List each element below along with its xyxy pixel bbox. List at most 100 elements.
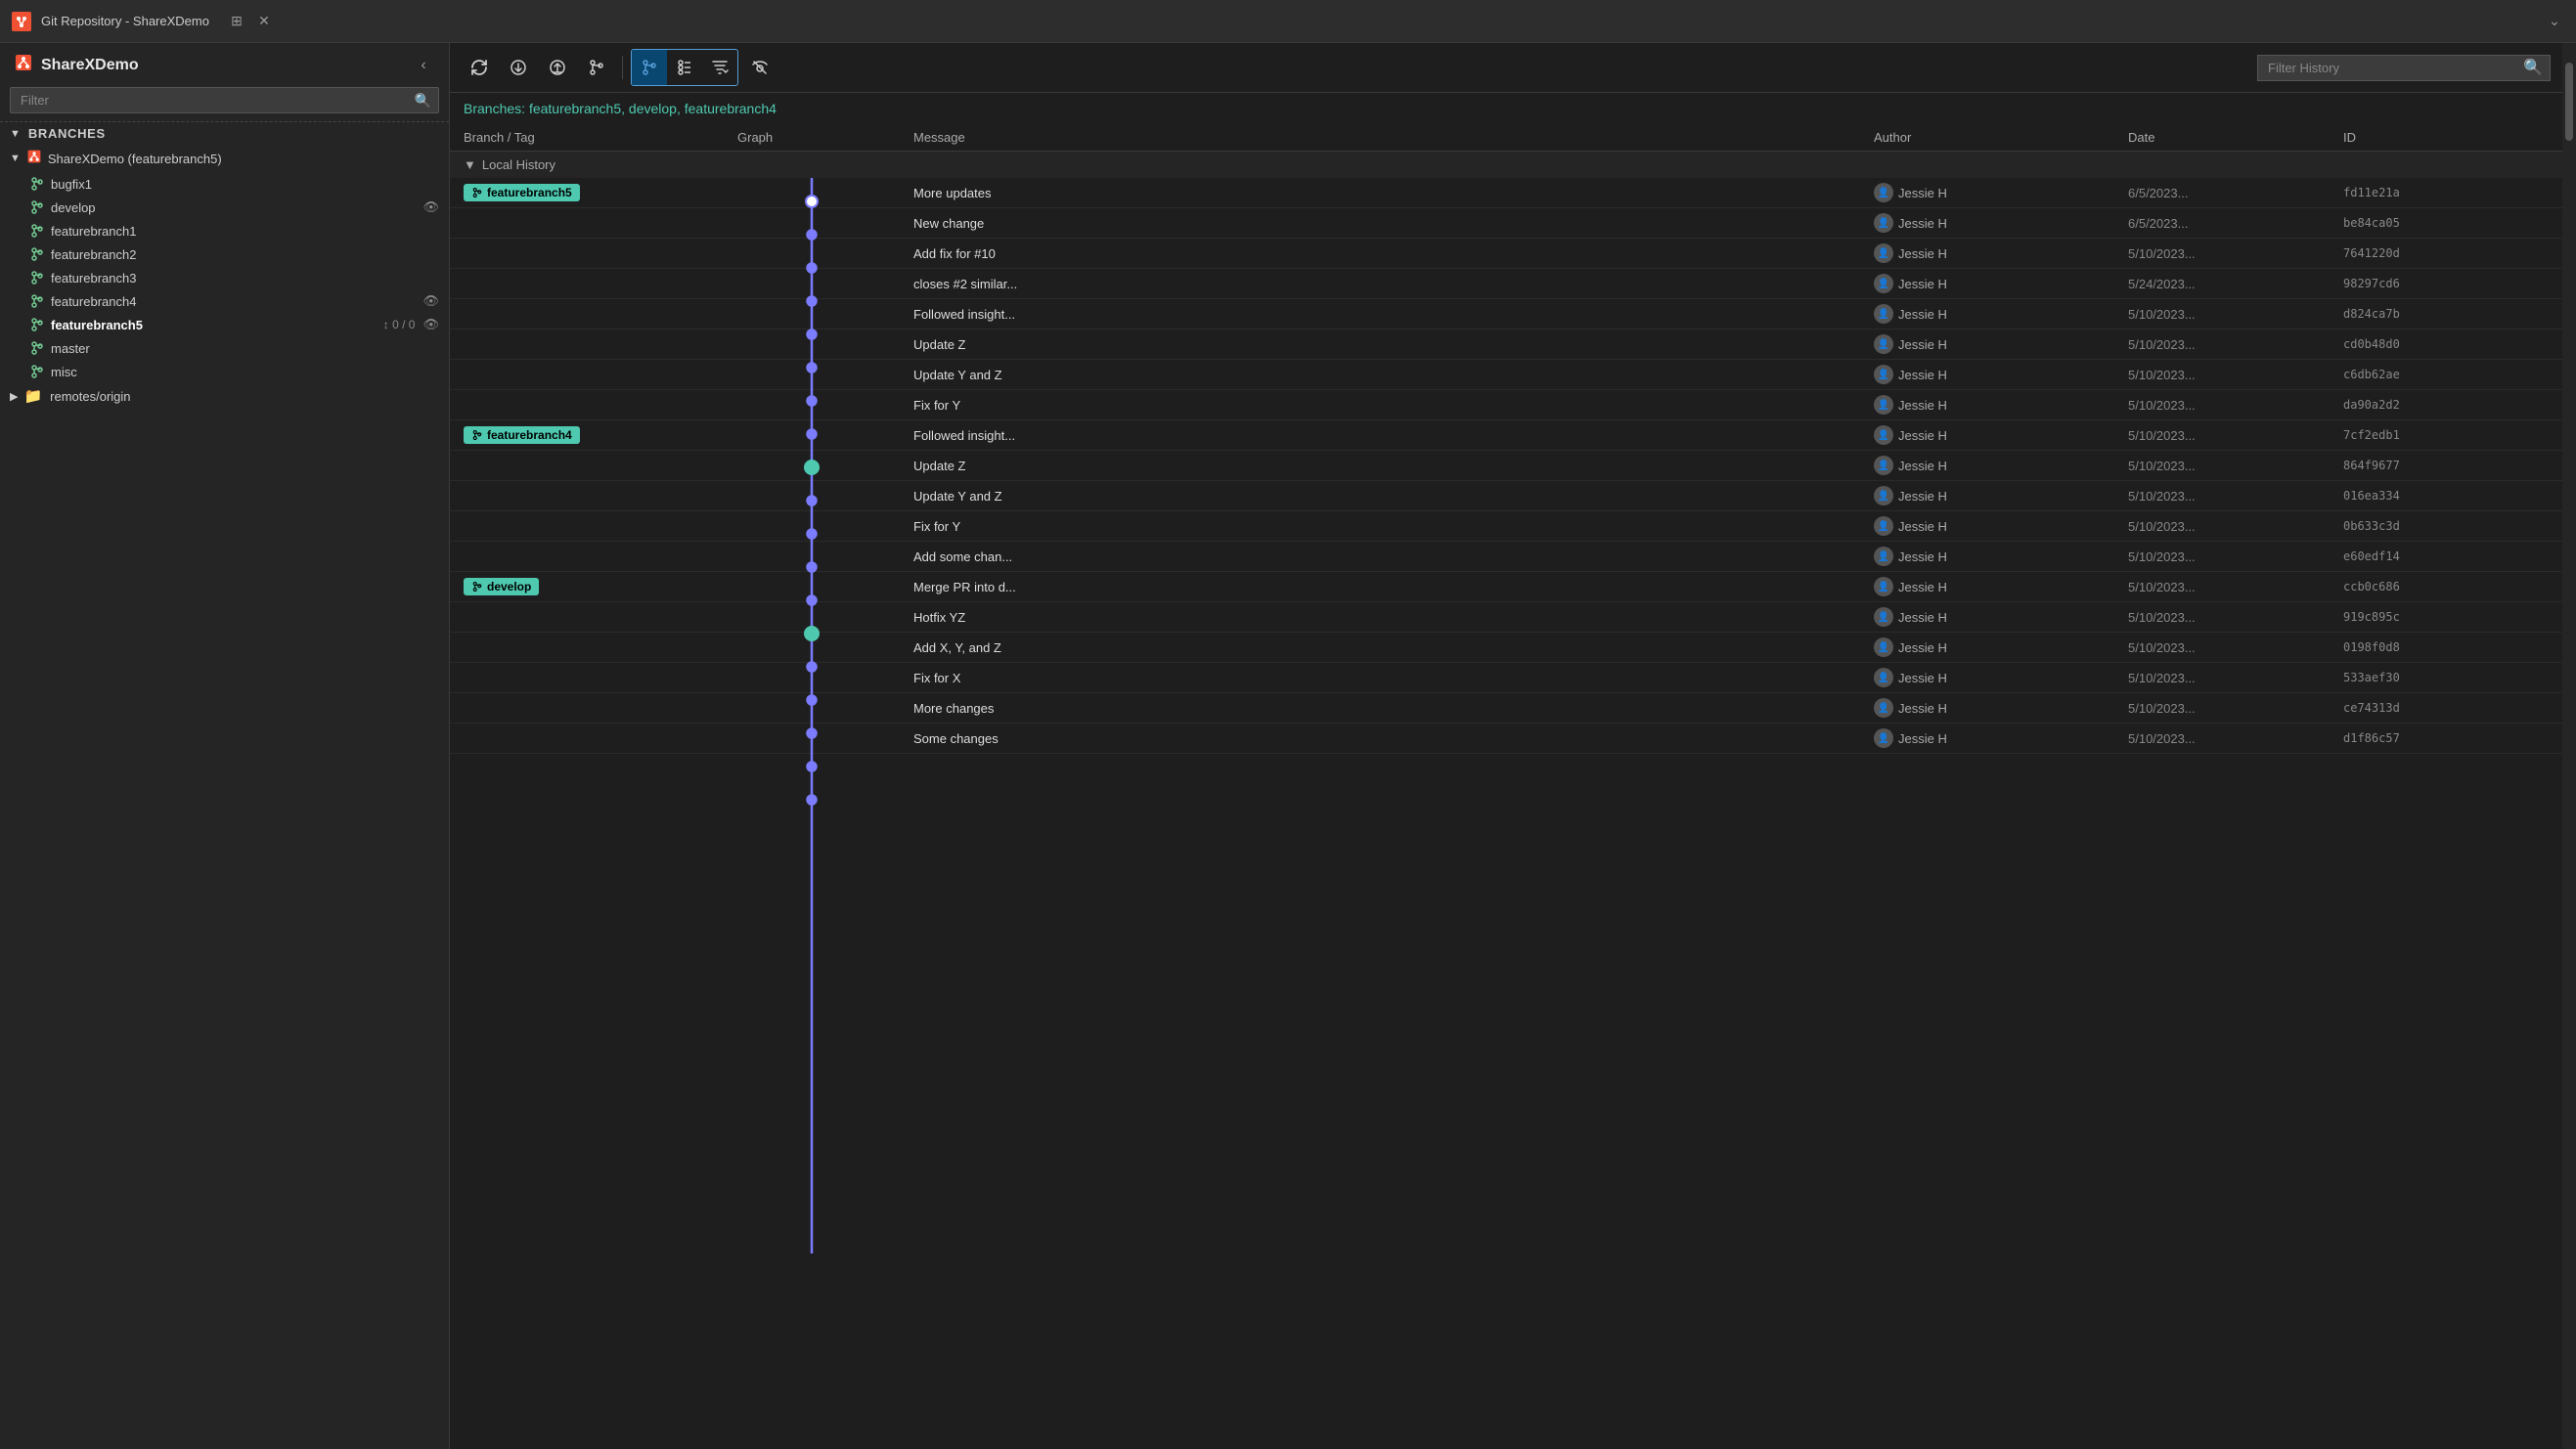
table-row[interactable]: Fix for X 👤 Jessie H 5/10/2023... 533aef… <box>450 663 2562 693</box>
table-row[interactable]: Some changes 👤 Jessie H 5/10/2023... d1f… <box>450 724 2562 754</box>
table-row[interactable]: featurebranch5 More updates 👤 Jessie H 6… <box>450 178 2562 208</box>
table-row[interactable]: Fix for Y 👤 Jessie H 5/10/2023... da90a2… <box>450 390 2562 420</box>
id-cell-8: 7cf2edb1 <box>2343 428 2519 442</box>
section-collapse-arrow[interactable]: ▼ <box>464 157 476 172</box>
pull-button[interactable] <box>540 50 575 85</box>
message-cell-6: Update Y and Z <box>913 368 1874 382</box>
table-row[interactable]: Update Y and Z 👤 Jessie H 5/10/2023... 0… <box>450 481 2562 511</box>
table-row[interactable]: New change 👤 Jessie H 6/5/2023... be84ca… <box>450 208 2562 239</box>
author-name-1: Jessie H <box>1898 216 1947 231</box>
author-name-3: Jessie H <box>1898 277 1947 291</box>
table-row[interactable]: featurebranch4 Followed insight... 👤 Jes… <box>450 420 2562 451</box>
branch-link-develop[interactable]: develop <box>629 101 677 116</box>
branch-item-misc[interactable]: misc <box>0 360 449 383</box>
branch-item-master[interactable]: master <box>0 336 449 360</box>
pin-button[interactable]: ⊞ <box>227 12 246 31</box>
branch-name-featurebranch3: featurebranch3 <box>51 271 439 285</box>
branch-item-develop[interactable]: develop 👁 <box>0 196 449 219</box>
featurebranch4-eye-icon[interactable]: 👁 <box>422 293 439 309</box>
message-cell-18: Some changes <box>913 731 1874 746</box>
branch-item-bugfix1[interactable]: bugfix1 <box>0 172 449 196</box>
scroll-thumb[interactable] <box>2565 63 2573 141</box>
branches-section-header[interactable]: ▼ Branches <box>0 121 449 145</box>
branch-icon-master <box>29 340 45 356</box>
branch-item-remotes-origin[interactable]: ▶ 📁 remotes/origin <box>0 383 449 409</box>
author-name-18: Jessie H <box>1898 731 1947 746</box>
table-row[interactable]: Add some chan... 👤 Jessie H 5/10/2023...… <box>450 542 2562 572</box>
develop-eye-icon[interactable]: 👁 <box>422 199 439 215</box>
date-cell-4: 5/10/2023... <box>2128 307 2343 322</box>
date-cell-12: 5/10/2023... <box>2128 549 2343 564</box>
author-avatar-18: 👤 <box>1874 728 1893 748</box>
header-author: Author <box>1874 130 2128 145</box>
date-cell-0: 6/5/2023... <box>2128 186 2343 200</box>
branches-label-row: Branches: featurebranch5, develop, featu… <box>450 93 2562 124</box>
branch-item-featurebranch4[interactable]: featurebranch4 👁 <box>0 289 449 313</box>
id-cell-4: d824ca7b <box>2343 307 2519 321</box>
date-cell-3: 5/24/2023... <box>2128 277 2343 291</box>
message-cell-11: Fix for Y <box>913 519 1874 534</box>
author-avatar-13: 👤 <box>1874 577 1893 596</box>
message-cell-17: More changes <box>913 701 1874 716</box>
message-cell-7: Fix for Y <box>913 398 1874 413</box>
close-button[interactable]: ✕ <box>254 12 274 31</box>
table-row[interactable]: More changes 👤 Jessie H 5/10/2023... ce7… <box>450 693 2562 724</box>
branch-icon-featurebranch2 <box>29 246 45 262</box>
graph-view-button[interactable] <box>632 50 667 85</box>
right-panel: 🔍 Branches: featurebranch5, develop, fea… <box>450 43 2562 1449</box>
expand-button[interactable]: ⌄ <box>2545 12 2564 31</box>
sidebar-collapse-button[interactable]: ‹ <box>412 54 435 77</box>
title-bar-controls: ⊞ ✕ <box>227 12 274 31</box>
header-branch-tag: Branch / Tag <box>464 130 737 145</box>
branch-action-button[interactable] <box>579 50 614 85</box>
filter-view-button[interactable] <box>702 50 737 85</box>
table-row[interactable]: Update Z 👤 Jessie H 5/10/2023... cd0b48d… <box>450 329 2562 360</box>
table-row[interactable]: Fix for Y 👤 Jessie H 5/10/2023... 0b633c… <box>450 511 2562 542</box>
featurebranch5-eye-icon[interactable]: 👁 <box>422 317 439 332</box>
author-name-7: Jessie H <box>1898 398 1947 413</box>
message-cell-12: Add some chan... <box>913 549 1874 564</box>
history-body[interactable]: ▼ Local History <box>450 152 2562 1449</box>
branch-item-featurebranch5[interactable]: featurebranch5 ↕ 0 / 0 👁 <box>0 313 449 336</box>
sidebar-title: ShareXDemo <box>41 57 139 74</box>
message-cell-3: closes #2 similar... <box>913 277 1874 291</box>
right-scrollbar[interactable] <box>2562 43 2576 1449</box>
table-row[interactable]: Add fix for #10 👤 Jessie H 5/10/2023... … <box>450 239 2562 269</box>
message-cell-5: Update Z <box>913 337 1874 352</box>
branch-link-featurebranch5[interactable]: featurebranch5 <box>529 101 621 116</box>
filter-history-input[interactable] <box>2257 55 2551 81</box>
id-cell-18: d1f86c57 <box>2343 731 2519 745</box>
branch-list: ▼ Branches ▼ ShareXDemo (featurebran <box>0 121 449 1449</box>
table-row[interactable]: Update Y and Z 👤 Jessie H 5/10/2023... c… <box>450 360 2562 390</box>
author-avatar-3: 👤 <box>1874 274 1893 293</box>
sidebar-filter-search-icon[interactable]: 🔍 <box>415 92 431 109</box>
main-layout: ShareXDemo ‹ 🔍 ▼ Branches ▼ <box>0 43 2576 1449</box>
branch-item-featurebranch1[interactable]: featurebranch1 <box>0 219 449 242</box>
author-avatar-11: 👤 <box>1874 516 1893 536</box>
sidebar-filter-input[interactable] <box>10 87 439 113</box>
list-view-button[interactable] <box>667 50 702 85</box>
table-row[interactable]: closes #2 similar... 👤 Jessie H 5/24/202… <box>450 269 2562 299</box>
author-avatar-14: 👤 <box>1874 607 1893 627</box>
table-row[interactable]: develop Merge PR into d... 👤 Jessie H 5/… <box>450 572 2562 602</box>
branch-icon-misc <box>29 364 45 379</box>
table-row[interactable]: Followed insight... 👤 Jessie H 5/10/2023… <box>450 299 2562 329</box>
branch-item-featurebranch2[interactable]: featurebranch2 <box>0 242 449 266</box>
table-row[interactable]: Add X, Y, and Z 👤 Jessie H 5/10/2023... … <box>450 633 2562 663</box>
branch-link-featurebranch4[interactable]: featurebranch4 <box>685 101 777 116</box>
refresh-button[interactable] <box>462 50 497 85</box>
table-row[interactable]: Update Z 👤 Jessie H 5/10/2023... 864f967… <box>450 451 2562 481</box>
message-cell-0: More updates <box>913 186 1874 200</box>
table-row[interactable]: Hotfix YZ 👤 Jessie H 5/10/2023... 919c89… <box>450 602 2562 633</box>
author-name-14: Jessie H <box>1898 610 1947 625</box>
branch-tag-cell-8: featurebranch4 <box>464 426 737 444</box>
branch-icon-featurebranch5 <box>29 317 45 332</box>
repo-root-item[interactable]: ▼ ShareXDemo (featurebranch5) <box>0 145 449 172</box>
branch-name-develop: develop <box>51 200 417 215</box>
develop-badges: 👁 <box>422 199 439 215</box>
filter-history-search-icon[interactable]: 🔍 <box>2523 58 2543 77</box>
author-cell-11: 👤 Jessie H <box>1874 516 2128 536</box>
hide-remote-button[interactable] <box>742 50 777 85</box>
fetch-button[interactable] <box>501 50 536 85</box>
branch-item-featurebranch3[interactable]: featurebranch3 <box>0 266 449 289</box>
